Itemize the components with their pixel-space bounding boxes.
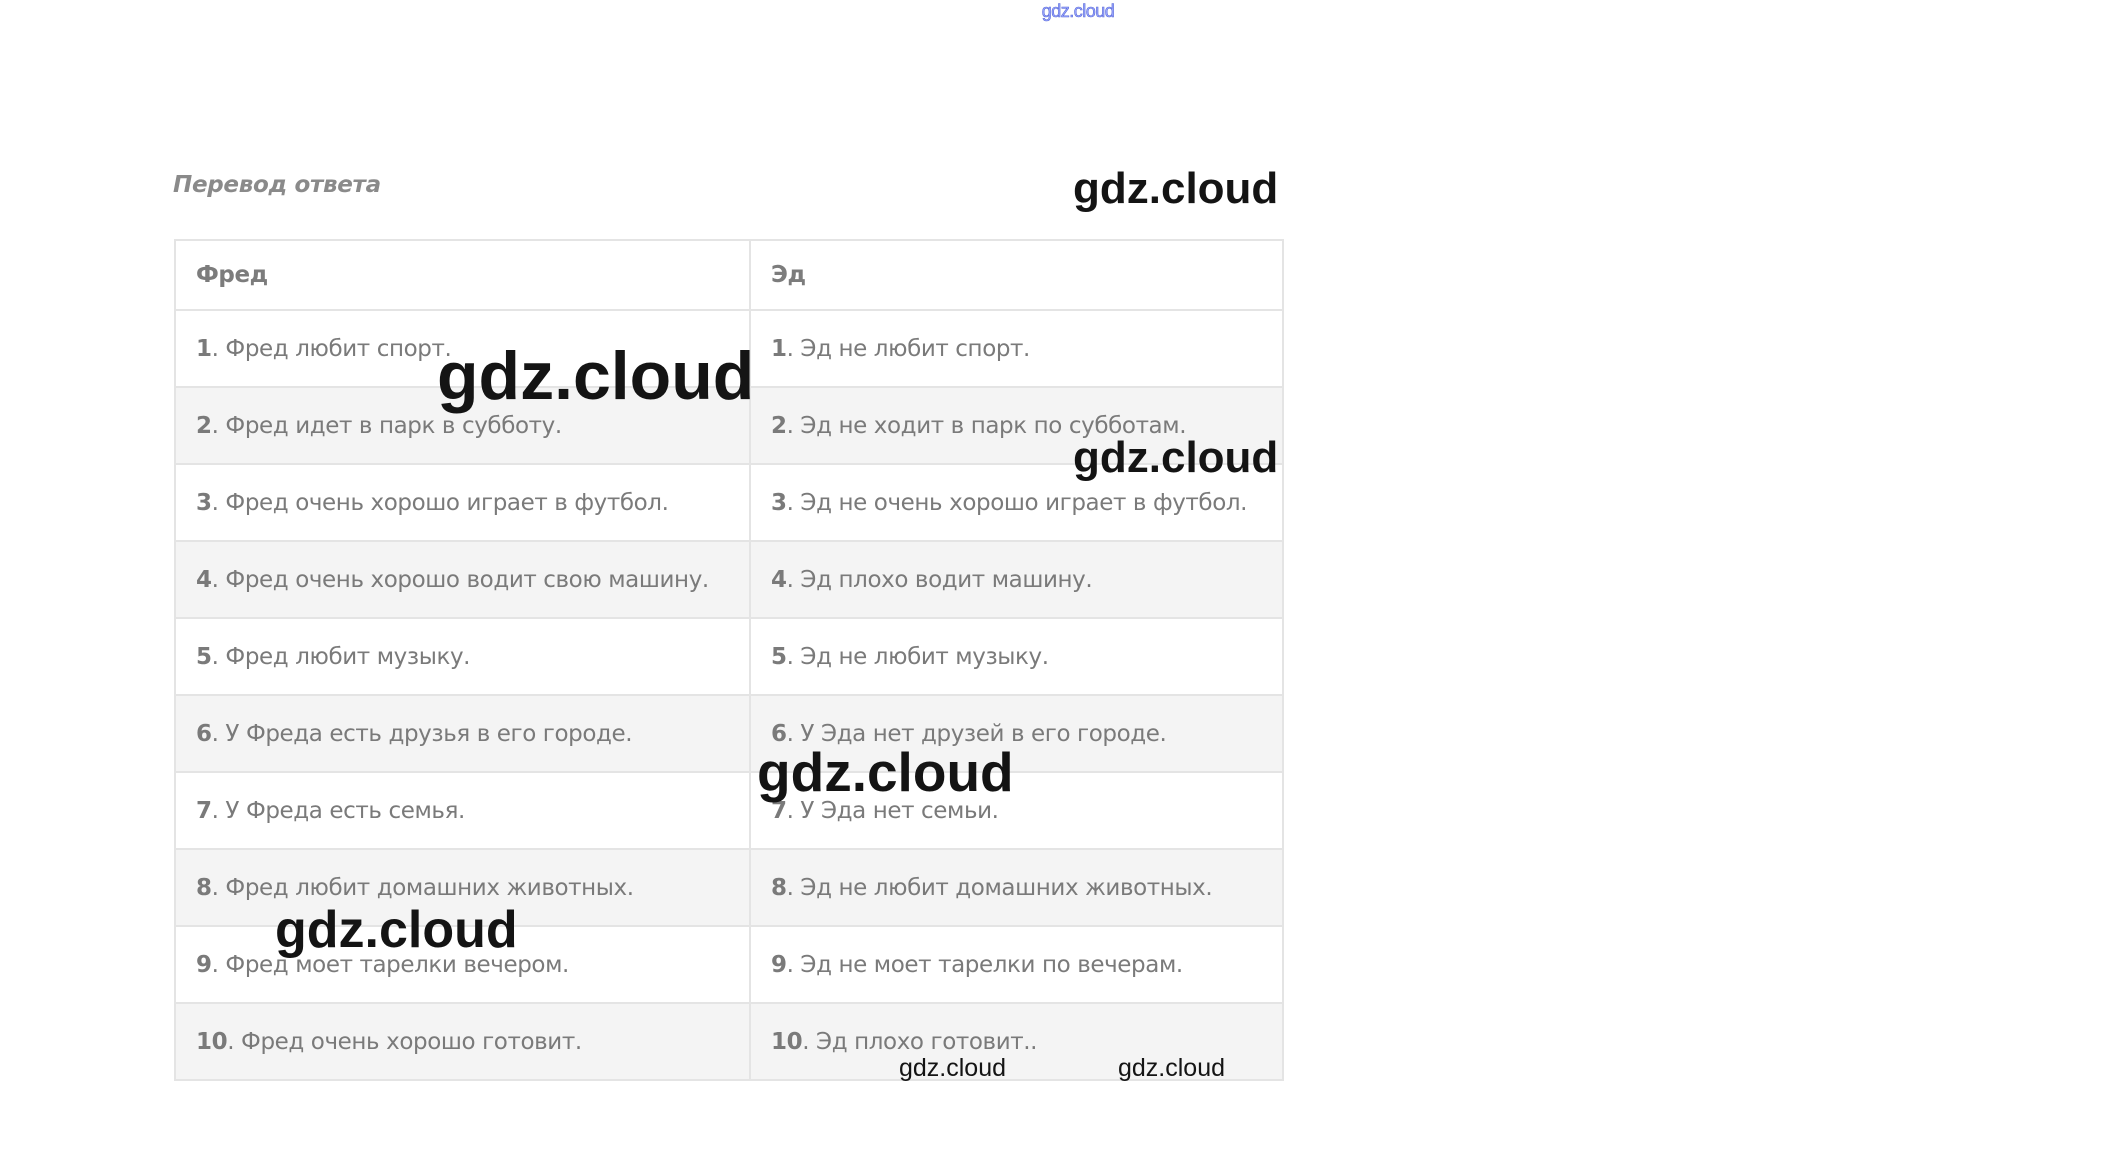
item-text: . Фред любит домашних животных. bbox=[211, 874, 634, 901]
header-fred: Фред bbox=[174, 239, 751, 311]
watermark: gdz.cloud bbox=[757, 741, 1014, 803]
table-row: 10. Фред очень хорошо готовит. 10. Эд пл… bbox=[174, 1002, 1284, 1081]
ed-cell: 4. Эд плохо водит машину. bbox=[749, 540, 1284, 619]
item-number: 2 bbox=[196, 412, 212, 439]
item-number: 1 bbox=[771, 335, 787, 362]
item-text: . Фред идет в парк в субботу. bbox=[211, 412, 563, 439]
item-text: . Эд не любит спорт. bbox=[786, 335, 1031, 362]
item-text: . Фред любит спорт. bbox=[211, 335, 452, 362]
table-row: 6. У Фреда есть друзья в его городе. 6. … bbox=[174, 694, 1284, 773]
item-number: 9 bbox=[771, 951, 787, 978]
table-row: 5. Фред любит музыку. 5. Эд не любит муз… bbox=[174, 617, 1284, 696]
watermark: gdz.cloud bbox=[1118, 1054, 1226, 1082]
item-text: . У Фреда есть семья. bbox=[211, 797, 466, 824]
item-number: 5 bbox=[771, 643, 787, 670]
item-text: . Эд плохо водит машину. bbox=[786, 566, 1093, 593]
ed-cell: 9. Эд не моет тарелки по вечерам. bbox=[749, 925, 1284, 1004]
answer-translation-heading: Перевод ответа bbox=[173, 172, 381, 198]
item-number: 3 bbox=[771, 489, 787, 516]
ed-cell: 5. Эд не любит музыку. bbox=[749, 617, 1284, 696]
item-text: . Эд плохо готовит.. bbox=[802, 1028, 1038, 1055]
fred-cell: 4. Фред очень хорошо водит свою машину. bbox=[174, 540, 751, 619]
item-text: . Эд не очень хорошо играет в футбол. bbox=[786, 489, 1248, 516]
item-number: 9 bbox=[196, 951, 212, 978]
item-number: 2 bbox=[771, 412, 787, 439]
fred-cell: 10. Фред очень хорошо готовит. bbox=[174, 1002, 751, 1081]
item-number: 6 bbox=[196, 720, 212, 747]
ed-cell: 8. Эд не любит домашних животных. bbox=[749, 848, 1284, 927]
fred-cell: 7. У Фреда есть семья. bbox=[174, 771, 751, 850]
item-number: 8 bbox=[196, 874, 212, 901]
fred-cell: 6. У Фреда есть друзья в его городе. bbox=[174, 694, 751, 773]
watermark: gdz.cloud bbox=[899, 1054, 1007, 1082]
item-text: . Фред очень хорошо готовит. bbox=[227, 1028, 582, 1055]
item-text: . У Фреда есть друзья в его городе. bbox=[211, 720, 633, 747]
table-row: 7. У Фреда есть семья. 7. У Эда нет семь… bbox=[174, 771, 1284, 850]
item-text: . Эд не моет тарелки по вечерам. bbox=[786, 951, 1184, 978]
item-number: 4 bbox=[196, 566, 212, 593]
table-header-row: Фред Эд bbox=[174, 239, 1284, 311]
table-row: 4. Фред очень хорошо водит свою машину. … bbox=[174, 540, 1284, 619]
item-number: 8 bbox=[771, 874, 787, 901]
watermark: gdz.cloud bbox=[1073, 433, 1279, 482]
item-number: 1 bbox=[196, 335, 212, 362]
watermark: gdz.cloud bbox=[437, 338, 755, 414]
item-number: 3 bbox=[196, 489, 212, 516]
item-text: . Фред очень хорошо водит свою машину. bbox=[211, 566, 710, 593]
watermark: gdz.cloud bbox=[1073, 164, 1279, 213]
item-number: 10 bbox=[196, 1028, 228, 1055]
fred-cell: 5. Фред любит музыку. bbox=[174, 617, 751, 696]
ed-cell: 1. Эд не любит спорт. bbox=[749, 309, 1284, 388]
item-text: . Фред любит музыку. bbox=[211, 643, 471, 670]
fred-cell: 3. Фред очень хорошо играет в футбол. bbox=[174, 463, 751, 542]
item-number: 4 bbox=[771, 566, 787, 593]
header-ed: Эд bbox=[749, 239, 1284, 311]
watermark: gdz.cloud bbox=[275, 901, 518, 959]
item-text: . Эд не любит домашних животных. bbox=[786, 874, 1213, 901]
item-number: 10 bbox=[771, 1028, 803, 1055]
item-text: . Фред очень хорошо играет в футбол. bbox=[211, 489, 669, 516]
item-number: 5 bbox=[196, 643, 212, 670]
item-number: 7 bbox=[196, 797, 212, 824]
top-watermark: gdz.cloud bbox=[1041, 1, 1115, 22]
item-text: . Эд не любит музыку. bbox=[786, 643, 1049, 670]
